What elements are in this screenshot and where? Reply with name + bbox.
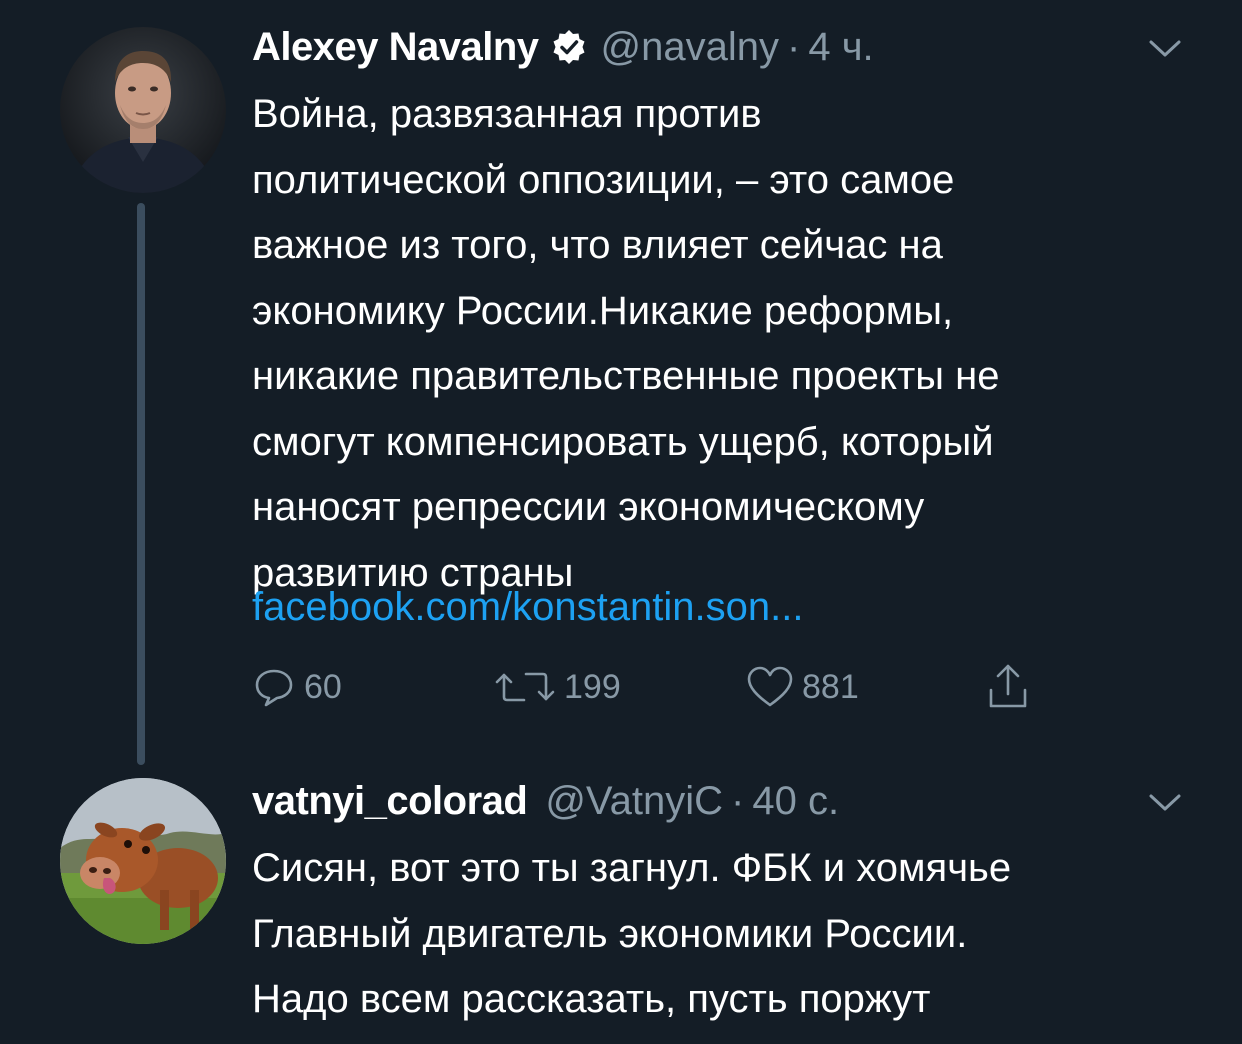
retweet-count: 199	[564, 667, 621, 706]
chevron-down-icon[interactable]	[1148, 792, 1182, 814]
avatar-vatnyi[interactable]	[60, 778, 226, 944]
tweet-text: Война, развязанная против политической о…	[252, 92, 1000, 595]
share-button[interactable]	[986, 662, 1030, 712]
tweet-timestamp[interactable]: 4 ч.	[808, 25, 873, 70]
separator-dot: ·	[787, 24, 801, 69]
tweet-link[interactable]: facebook.com/konstantin.son...	[252, 582, 803, 632]
author-handle[interactable]: @VatnyiC	[545, 779, 723, 824]
chevron-down-icon[interactable]	[1148, 38, 1182, 60]
tweet-navalny[interactable]: Alexey Navalny @navalny · 4 ч. Война, ра…	[0, 0, 1242, 770]
reply-button[interactable]: 60	[252, 662, 342, 712]
heart-icon	[746, 665, 794, 709]
tweet-timestamp[interactable]: 40 с.	[752, 779, 839, 824]
tweet-header: Alexey Navalny @navalny · 4 ч.	[252, 22, 874, 72]
author-handle[interactable]: @navalny	[601, 25, 779, 70]
share-icon	[986, 662, 1030, 712]
like-button[interactable]: 881	[746, 662, 859, 712]
tweet-actions: 60 199 881	[252, 662, 1052, 712]
retweet-icon	[494, 665, 556, 709]
tweet-text: Сисян, вот это ты загнул. ФБК и хомячье …	[252, 846, 1012, 1021]
like-count: 881	[802, 667, 859, 706]
verified-badge-icon	[551, 29, 587, 65]
author-name[interactable]: vatnyi_colorad	[252, 779, 528, 824]
tweet-vatnyi[interactable]: vatnyi_colorad @VatnyiC · 40 с. Сисян, в…	[0, 770, 1242, 1044]
reply-icon	[252, 665, 296, 709]
retweet-button[interactable]: 199	[494, 662, 621, 712]
reply-count: 60	[304, 667, 342, 706]
tweet-header: vatnyi_colorad @VatnyiC · 40 с.	[252, 776, 839, 826]
separator-dot: ·	[731, 778, 745, 823]
thread-connector-line	[137, 203, 145, 765]
avatar-navalny[interactable]	[60, 27, 226, 193]
author-name[interactable]: Alexey Navalny	[252, 25, 539, 70]
